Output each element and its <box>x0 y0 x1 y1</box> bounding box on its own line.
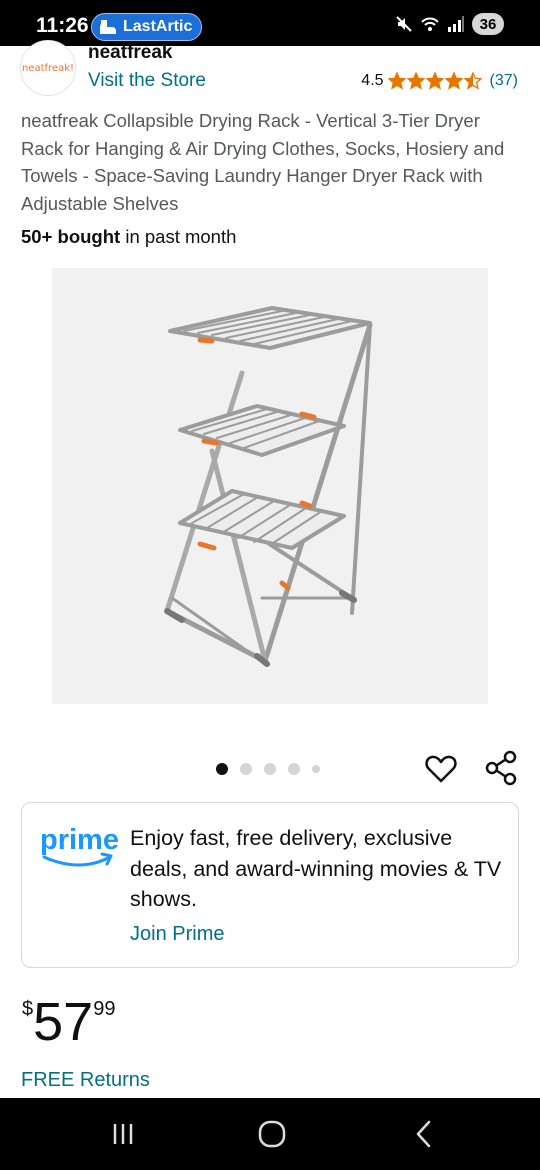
bought-rest: in past month <box>120 226 237 247</box>
battery-indicator: 36 <box>472 13 504 35</box>
rating-stars <box>387 72 482 90</box>
carousel-dot[interactable] <box>312 765 320 773</box>
star-icon <box>444 72 463 90</box>
price-whole: 57 <box>33 992 94 1052</box>
wishlist-button[interactable] <box>424 752 458 786</box>
star-icon <box>387 72 406 90</box>
lastartic-pill[interactable]: LastArtic <box>91 13 202 41</box>
carousel-dot[interactable] <box>240 763 252 775</box>
back-icon[interactable] <box>407 1118 441 1150</box>
product-title: neatfreak Collapsible Drying Rack - Vert… <box>21 110 505 214</box>
star-icon <box>425 72 444 90</box>
carousel-dots <box>216 763 320 775</box>
prime-promo-card: prime Enjoy fast, free delivery, exclusi… <box>21 802 519 968</box>
price-fraction: 99 <box>93 998 116 1020</box>
join-prime-link[interactable]: Join Prime <box>130 923 224 946</box>
store-name: neatfreak <box>88 42 173 63</box>
visit-store-link[interactable]: Visit the Store <box>88 70 206 92</box>
heart-icon <box>425 755 457 783</box>
bought-in-past-month: 50+ bought in past month <box>21 226 236 248</box>
share-icon <box>485 750 517 786</box>
app-pill-label: LastArtic <box>123 18 193 35</box>
prime-logo-word: prime <box>40 824 119 856</box>
rating-count[interactable]: (37) <box>490 72 518 90</box>
carousel-dot[interactable] <box>264 763 276 775</box>
star-icon <box>406 72 425 90</box>
star-icon <box>463 72 482 90</box>
price-symbol: $ <box>22 998 34 1020</box>
carousel-dot[interactable] <box>288 763 300 775</box>
free-returns-link[interactable]: FREE Returns <box>21 1069 150 1092</box>
prime-logo: prime <box>40 824 119 867</box>
status-icons: 36 <box>395 12 504 36</box>
recent-apps-icon[interactable] <box>106 1118 140 1150</box>
mute-icon <box>396 16 412 32</box>
wifi-icon <box>421 17 439 31</box>
signal-icon <box>448 16 464 32</box>
rating[interactable]: 4.5 (37) <box>361 72 518 90</box>
status-bar: 11:26 LastArtic 36 <box>0 0 540 46</box>
prime-message: Enjoy fast, free delivery, exclusive dea… <box>130 826 502 911</box>
carousel-dot[interactable] <box>216 763 228 775</box>
status-time: 11:26 <box>36 14 89 37</box>
share-button[interactable] <box>484 750 520 786</box>
store-logo-text: neatfreak! <box>21 62 75 74</box>
bought-count: 50+ bought <box>21 226 121 247</box>
rating-value: 4.5 <box>361 72 384 89</box>
price: $ 57 99 <box>22 994 115 1050</box>
drying-rack-image <box>164 306 373 667</box>
store-logo[interactable]: neatfreak! <box>20 40 76 96</box>
system-nav-bar <box>0 1098 540 1170</box>
boot-icon <box>100 20 116 34</box>
home-icon[interactable] <box>255 1118 289 1150</box>
product-image[interactable] <box>52 268 488 704</box>
